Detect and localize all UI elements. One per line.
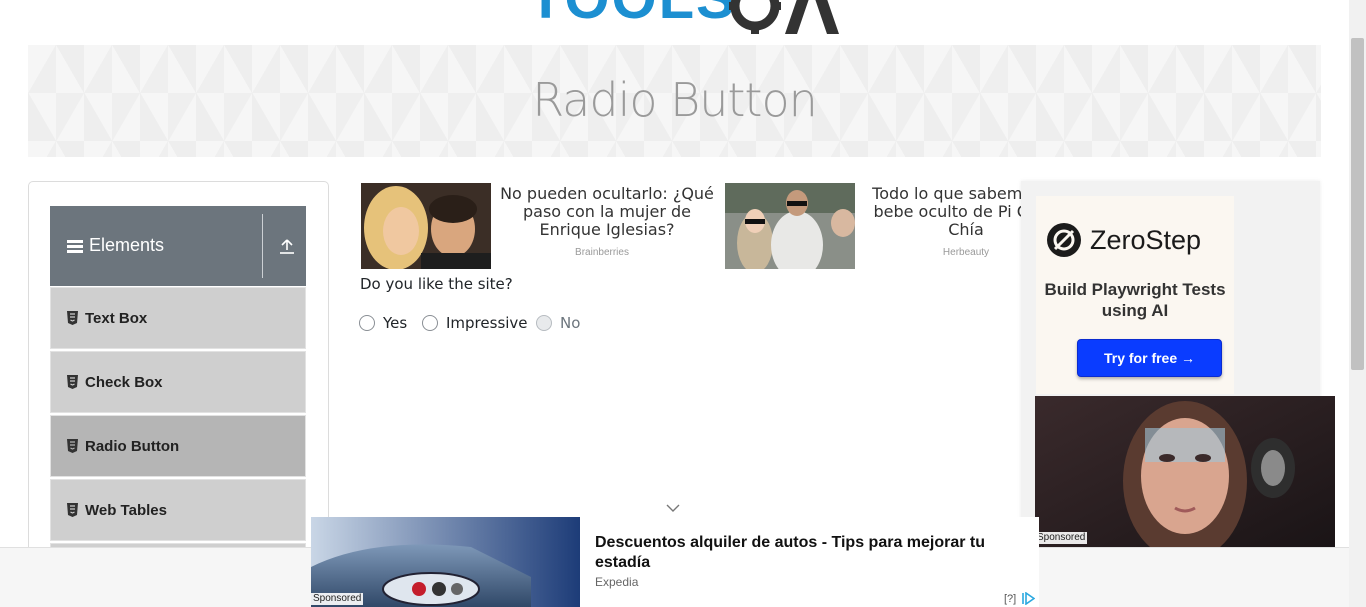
radio-impressive[interactable]: Impressive — [422, 313, 532, 335]
html5-icon — [67, 439, 78, 453]
sidebar: Elements Text Box Check Box Radio Button… — [28, 181, 329, 607]
bottom-ad[interactable]: Sponsored Descuentos alquiler de autos -… — [311, 517, 1039, 607]
ad-photo-car[interactable]: Sponsored — [311, 517, 580, 607]
sidebar-item-text-box[interactable]: Text Box — [50, 287, 306, 349]
sidebar-item-label: Text Box — [85, 310, 148, 327]
ad-photo-woman[interactable]: Sponsored — [1035, 396, 1335, 547]
header-divider — [262, 214, 263, 278]
sponsored-label: Sponsored — [311, 593, 364, 605]
vertical-scrollbar[interactable] — [1349, 0, 1366, 607]
zerostep-ad[interactable]: ZeroStep Build Playwright Tests using AI… — [1036, 196, 1234, 394]
gear-qa-logo-icon — [729, 0, 839, 34]
radio-circle — [536, 315, 552, 331]
sponsored-label: Sponsored — [1035, 532, 1088, 544]
group-label: Elements — [89, 235, 165, 255]
ad-source: Herbeauty — [942, 247, 990, 258]
chevron-down-icon[interactable] — [666, 503, 680, 513]
logo-text: TOOLS — [528, 0, 737, 28]
sidebar-item-check-box[interactable]: Check Box — [50, 351, 306, 413]
sidebar-item-label: Check Box — [85, 374, 163, 391]
sidebar-item-label: Web Tables — [85, 502, 167, 519]
radio-label: No — [560, 314, 581, 332]
radio-label[interactable]: Yes — [383, 314, 407, 332]
ad-info-link[interactable]: [?] — [1004, 593, 1016, 605]
page-banner: Radio Button — [28, 45, 1321, 157]
bottom-ad-source: Expedia — [595, 575, 639, 589]
radio-label[interactable]: Impressive — [446, 314, 528, 332]
elements-group-header[interactable]: Elements — [50, 206, 306, 286]
site-logo[interactable]: TOOLS — [520, 0, 850, 36]
radio-no: No — [536, 313, 596, 335]
sidebar-item-label: Radio Button — [85, 438, 180, 455]
sidebar-item-web-tables[interactable]: Web Tables — [50, 479, 306, 541]
ad-source: Brainberries — [575, 247, 629, 258]
try-for-free-button[interactable]: Try for free → — [1077, 339, 1222, 377]
bottom-ad-title[interactable]: Descuentos alquiler de autos - Tips para… — [595, 533, 1005, 573]
collapse-arrow-icon[interactable] — [278, 237, 296, 255]
hamburger-icon — [67, 240, 83, 253]
html5-icon — [67, 375, 78, 389]
scrollbar-thumb[interactable] — [1351, 38, 1364, 370]
content-ad-2[interactable]: Todo lo que sabemos el bebe oculto de Pi… — [725, 183, 1021, 273]
zerostep-brand: ZeroStep — [1090, 225, 1202, 255]
question-text: Do you like the site? — [360, 275, 513, 293]
radio-circle[interactable] — [359, 315, 375, 331]
zerostep-tagline: Build Playwright Tests using AI — [1044, 280, 1226, 320]
zerostep-logo-icon — [1047, 223, 1081, 257]
ad-photo-couple[interactable] — [361, 183, 491, 269]
html5-icon — [67, 503, 78, 517]
html5-icon — [67, 311, 78, 325]
ad-headline[interactable]: No pueden ocultarlo: ¿Qué paso con la mu… — [492, 185, 722, 239]
radio-yes[interactable]: Yes — [359, 313, 419, 335]
content-ad-1[interactable]: No pueden ocultarlo: ¿Qué paso con la mu… — [361, 183, 721, 273]
radio-circle[interactable] — [422, 315, 438, 331]
ad-photo-street[interactable] — [725, 183, 855, 269]
sidebar-item-radio-button[interactable]: Radio Button — [50, 415, 306, 477]
right-ad-container: ZeroStep Build Playwright Tests using AI… — [1021, 181, 1335, 547]
page-title: Radio Button — [532, 73, 818, 127]
adchoices-icon[interactable] — [1021, 592, 1035, 605]
ad-headline[interactable]: Todo lo que sabemos el bebe oculto de Pi… — [856, 185, 1021, 239]
